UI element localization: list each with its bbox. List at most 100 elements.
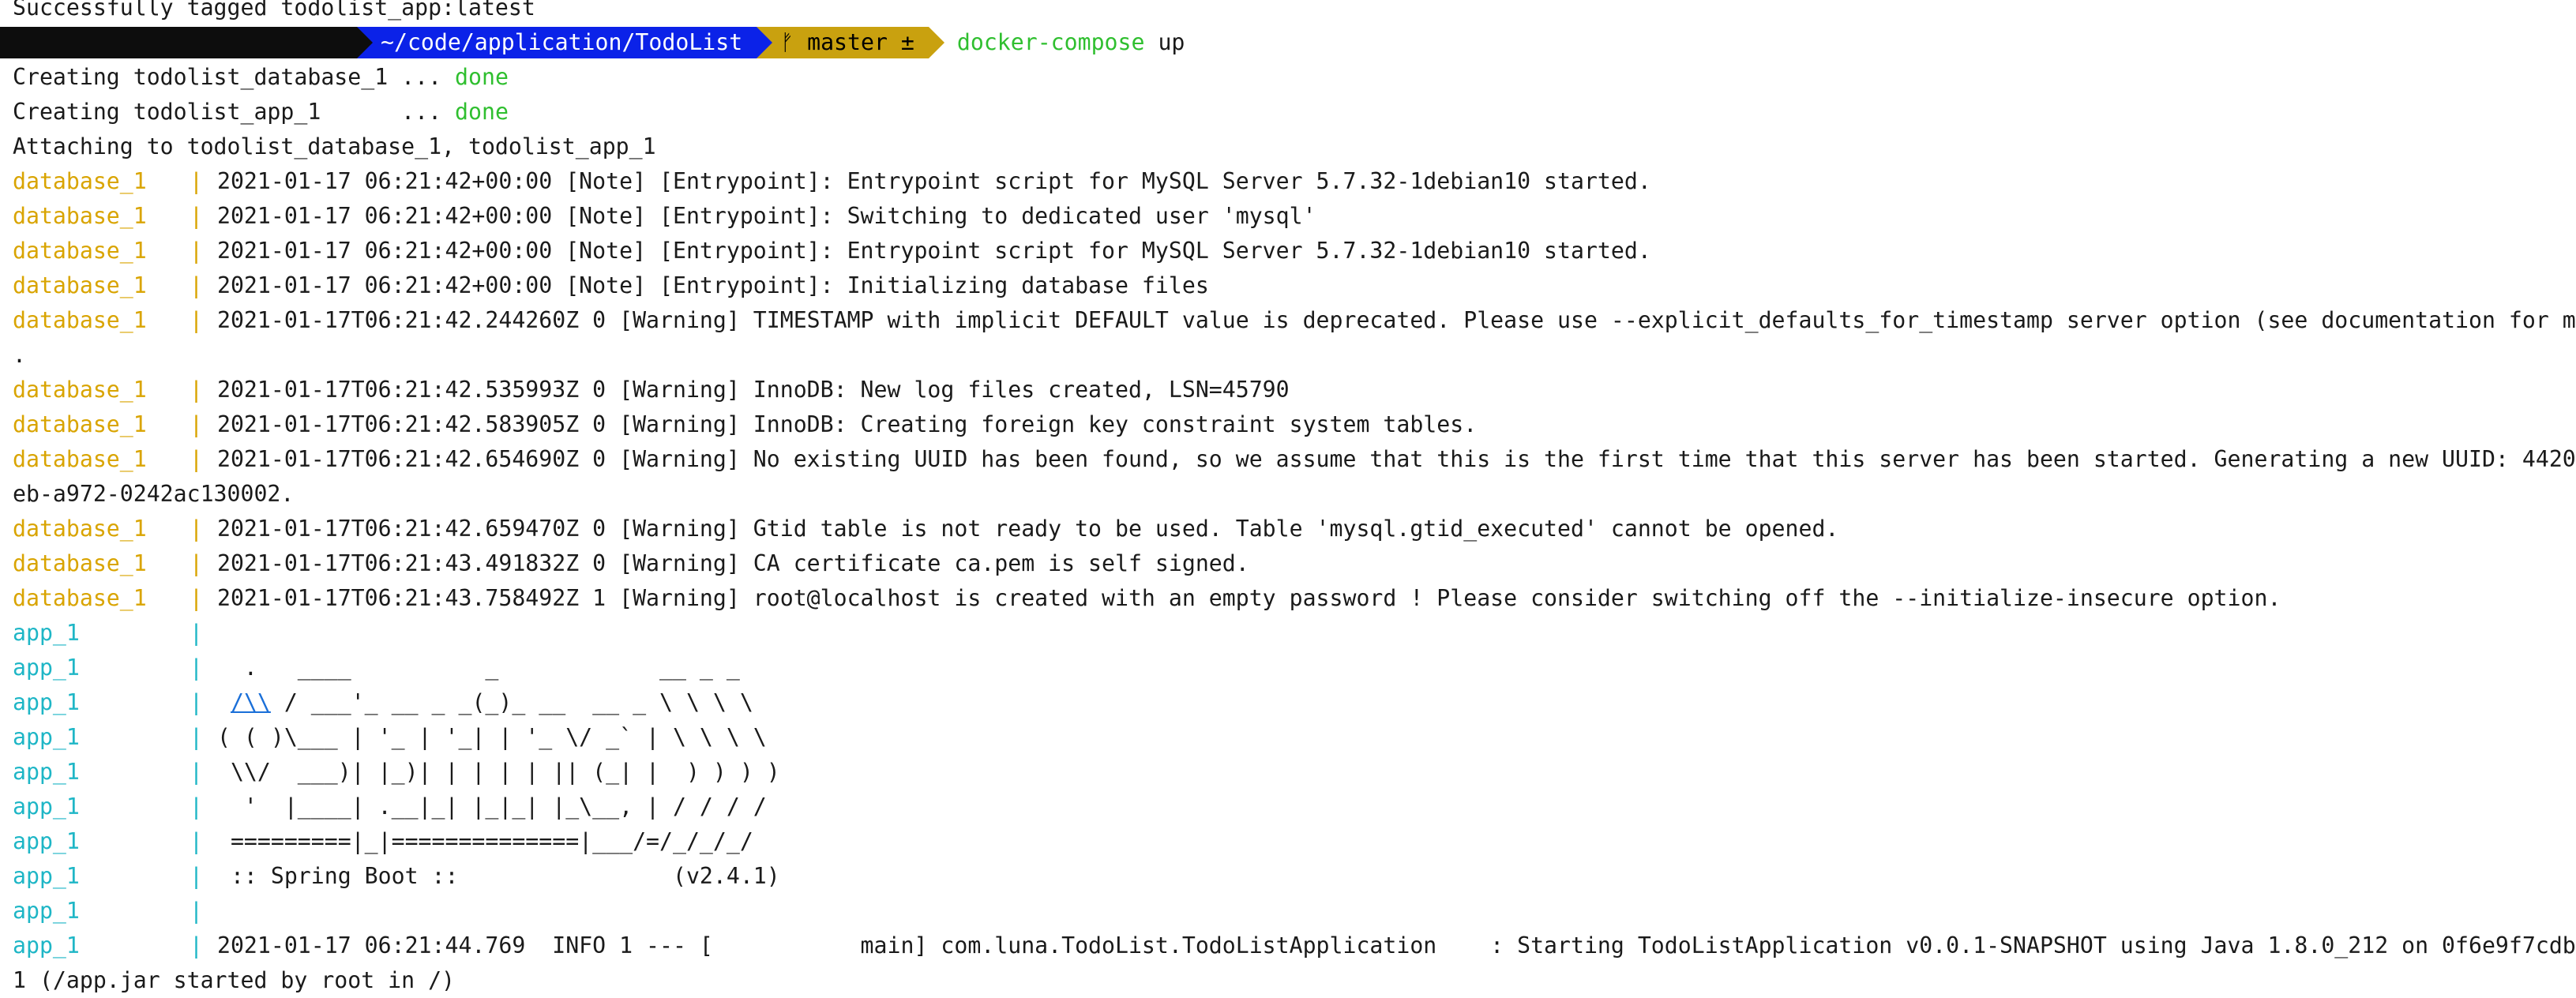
service-prefix: database_1 — [13, 272, 147, 298]
log-text: 2021-01-17T06:21:43.758492Z 1 [Warning] … — [216, 585, 2281, 611]
attaching-line: Attaching to todolist_database_1, todoli… — [13, 133, 656, 159]
log-line: database_1 | 2021-01-17T06:21:42.535993Z … — [13, 373, 2576, 407]
log-text: ' |____| .__|_| |_|_| |_\__, | / / / / — [216, 794, 767, 820]
creating-container-line: Creating todolist_database_1 ... done — [13, 60, 2576, 95]
log-line: app_1 | /\\ / ___'_ __ _ _(_)_ __ __ _ \ … — [13, 685, 2576, 720]
service-prefix: database_1 — [13, 238, 147, 264]
terminal-window[interactable]: { "prev_output": "Successfully tagged to… — [0, 0, 2576, 993]
service-prefix: database_1 — [13, 411, 147, 437]
service-separator: | — [190, 168, 203, 194]
log-line: database_1 | 2021-01-17 06:21:42+00:00 [N… — [13, 199, 2576, 234]
log-text-prefix — [217, 689, 231, 715]
log-line: app_1 | :: Spring Boot :: (v2.4.1) — [13, 859, 2576, 894]
log-line: app_1 | — [13, 616, 2576, 651]
service-separator: | — [190, 585, 203, 611]
service-prefix: database_1 — [13, 168, 147, 194]
directory-path: ~/code/application/TodoList — [381, 29, 743, 55]
service-separator: | — [190, 932, 203, 959]
service-separator: | — [190, 203, 203, 229]
log-text: 2021-01-17 06:21:42+00:00 [Note] [Entryp… — [216, 272, 1209, 298]
service-prefix: app_1 — [13, 620, 80, 646]
log-text: 2021-01-17T06:21:42.654690Z 0 [Warning] … — [216, 446, 2576, 472]
log-line: app_1 | ' |____| .__|_| |_|_| |_\__, | / … — [13, 790, 2576, 824]
service-prefix: database_1 — [13, 550, 147, 576]
command-args: up — [1158, 29, 1185, 55]
service-separator: | — [190, 550, 203, 576]
banner-link[interactable]: /\\ — [231, 689, 271, 715]
log-lines: database_1 | 2021-01-17 06:21:42+00:00 [N… — [13, 164, 2576, 998]
log-text: . ____ _ __ _ _ — [216, 655, 740, 681]
terminal-output[interactable]: Successfully tagged todolist_app:latest … — [0, 0, 2576, 998]
service-separator: | — [190, 863, 203, 889]
command-text: docker-compose up — [957, 25, 1185, 60]
service-prefix: database_1 — [13, 307, 147, 333]
log-line: database_1 | 2021-01-17T06:21:42.244260Z … — [13, 303, 2576, 338]
status-text: Creating todolist_database_1 ... — [13, 64, 456, 90]
service-separator: | — [190, 898, 203, 924]
service-prefix: database_1 — [13, 516, 147, 542]
log-text: ( ( )\___ | '_ | '_| | '_ \/ _` | \ \ \ … — [216, 724, 767, 750]
log-line: database_1 | 2021-01-17 06:21:42+00:00 [N… — [13, 164, 2576, 199]
log-line: database_1 | 2021-01-17T06:21:42.583905Z … — [13, 407, 2576, 442]
service-prefix: app_1 — [13, 863, 80, 889]
service-prefix: database_1 — [13, 203, 147, 229]
service-separator: | — [190, 689, 203, 715]
log-text: 2021-01-17T06:21:43.491832Z 0 [Warning] … — [216, 550, 1249, 576]
log-text: =========|_|==============|___/=/_/_/_/ — [216, 828, 753, 854]
service-prefix: app_1 — [13, 898, 80, 924]
service-separator: | — [190, 307, 203, 333]
service-separator: | — [190, 724, 203, 750]
log-text: :: Spring Boot :: (v2.4.1) — [216, 863, 780, 889]
service-separator: | — [190, 446, 203, 472]
log-line-continuation: . — [13, 342, 26, 368]
prompt-directory-segment: ~/code/application/TodoList — [357, 27, 773, 58]
log-line: database_1 | 2021-01-17 06:21:42+00:00 [N… — [13, 234, 2576, 268]
log-text: 2021-01-17 06:21:42+00:00 [Note] [Entryp… — [216, 168, 1651, 194]
service-separator: | — [190, 655, 203, 681]
log-line-continuation: 1 (/app.jar started by root in /) — [13, 967, 456, 993]
log-line: app_1 | . ____ _ __ _ _ — [13, 651, 2576, 685]
prompt-context-segment — [0, 27, 373, 58]
git-branch: master ± — [807, 29, 914, 55]
previous-output-line: Successfully tagged todolist_app:latest — [13, 0, 535, 21]
log-line: app_1 | =========|_|==============|___/=/… — [13, 824, 2576, 859]
log-text: 2021-01-17 06:21:42+00:00 [Note] [Entryp… — [216, 238, 1651, 264]
service-prefix: app_1 — [13, 724, 80, 750]
service-separator: | — [190, 238, 203, 264]
log-line: app_1 | ( ( )\___ | '_ | '_| | '_ \/ _` |… — [13, 720, 2576, 755]
service-prefix: database_1 — [13, 585, 147, 611]
log-text: 2021-01-17T06:21:42.535993Z 0 [Warning] … — [216, 377, 1290, 403]
log-text: \\/ ___)| |_)| | | | | || (_| | ) ) ) ) — [216, 759, 780, 785]
prompt-git-segment: ᚠ master ± — [757, 27, 944, 58]
service-separator: | — [190, 516, 203, 542]
branch-icon: ᚠ — [780, 29, 794, 55]
service-separator: | — [190, 759, 203, 785]
service-separator: | — [190, 794, 203, 820]
service-separator: | — [190, 828, 203, 854]
log-line: database_1 | 2021-01-17T06:21:42.659470Z … — [13, 512, 2576, 546]
service-separator: | — [190, 620, 203, 646]
log-text: 2021-01-17T06:21:42.659470Z 0 [Warning] … — [216, 516, 1839, 542]
log-line: app_1 | — [13, 894, 2576, 929]
service-separator: | — [190, 377, 203, 403]
service-prefix: database_1 — [13, 446, 147, 472]
service-prefix: app_1 — [13, 655, 80, 681]
log-text: 2021-01-17T06:21:42.244260Z 0 [Warning] … — [216, 307, 2576, 333]
service-separator: | — [190, 272, 203, 298]
segment-arrow — [357, 27, 373, 58]
log-text: 2021-01-17T06:21:42.583905Z 0 [Warning] … — [216, 411, 1478, 437]
service-prefix: app_1 — [13, 689, 80, 715]
log-text: 2021-01-17 06:21:44.769 INFO 1 --- [ mai… — [216, 932, 2576, 959]
log-text: / ___'_ __ _ _(_)_ __ __ _ \ \ \ \ — [270, 689, 753, 715]
shell-prompt: ~/code/application/TodoList ᚠ master ± d… — [0, 25, 2576, 60]
status-done: done — [455, 99, 509, 125]
log-line: database_1 | 2021-01-17 06:21:42+00:00 [N… — [13, 268, 2576, 303]
service-prefix: database_1 — [13, 377, 147, 403]
log-line: app_1 | 2021-01-17 06:21:44.769 INFO 1 --… — [13, 929, 2576, 963]
status-done: done — [455, 64, 509, 90]
service-prefix: app_1 — [13, 828, 80, 854]
log-line: database_1 | 2021-01-17T06:21:43.491832Z … — [13, 546, 2576, 581]
command-binary: docker-compose — [956, 29, 1145, 55]
log-line: app_1 | \\/ ___)| |_)| | | | | || (_| | )… — [13, 755, 2576, 790]
service-separator: | — [190, 411, 203, 437]
